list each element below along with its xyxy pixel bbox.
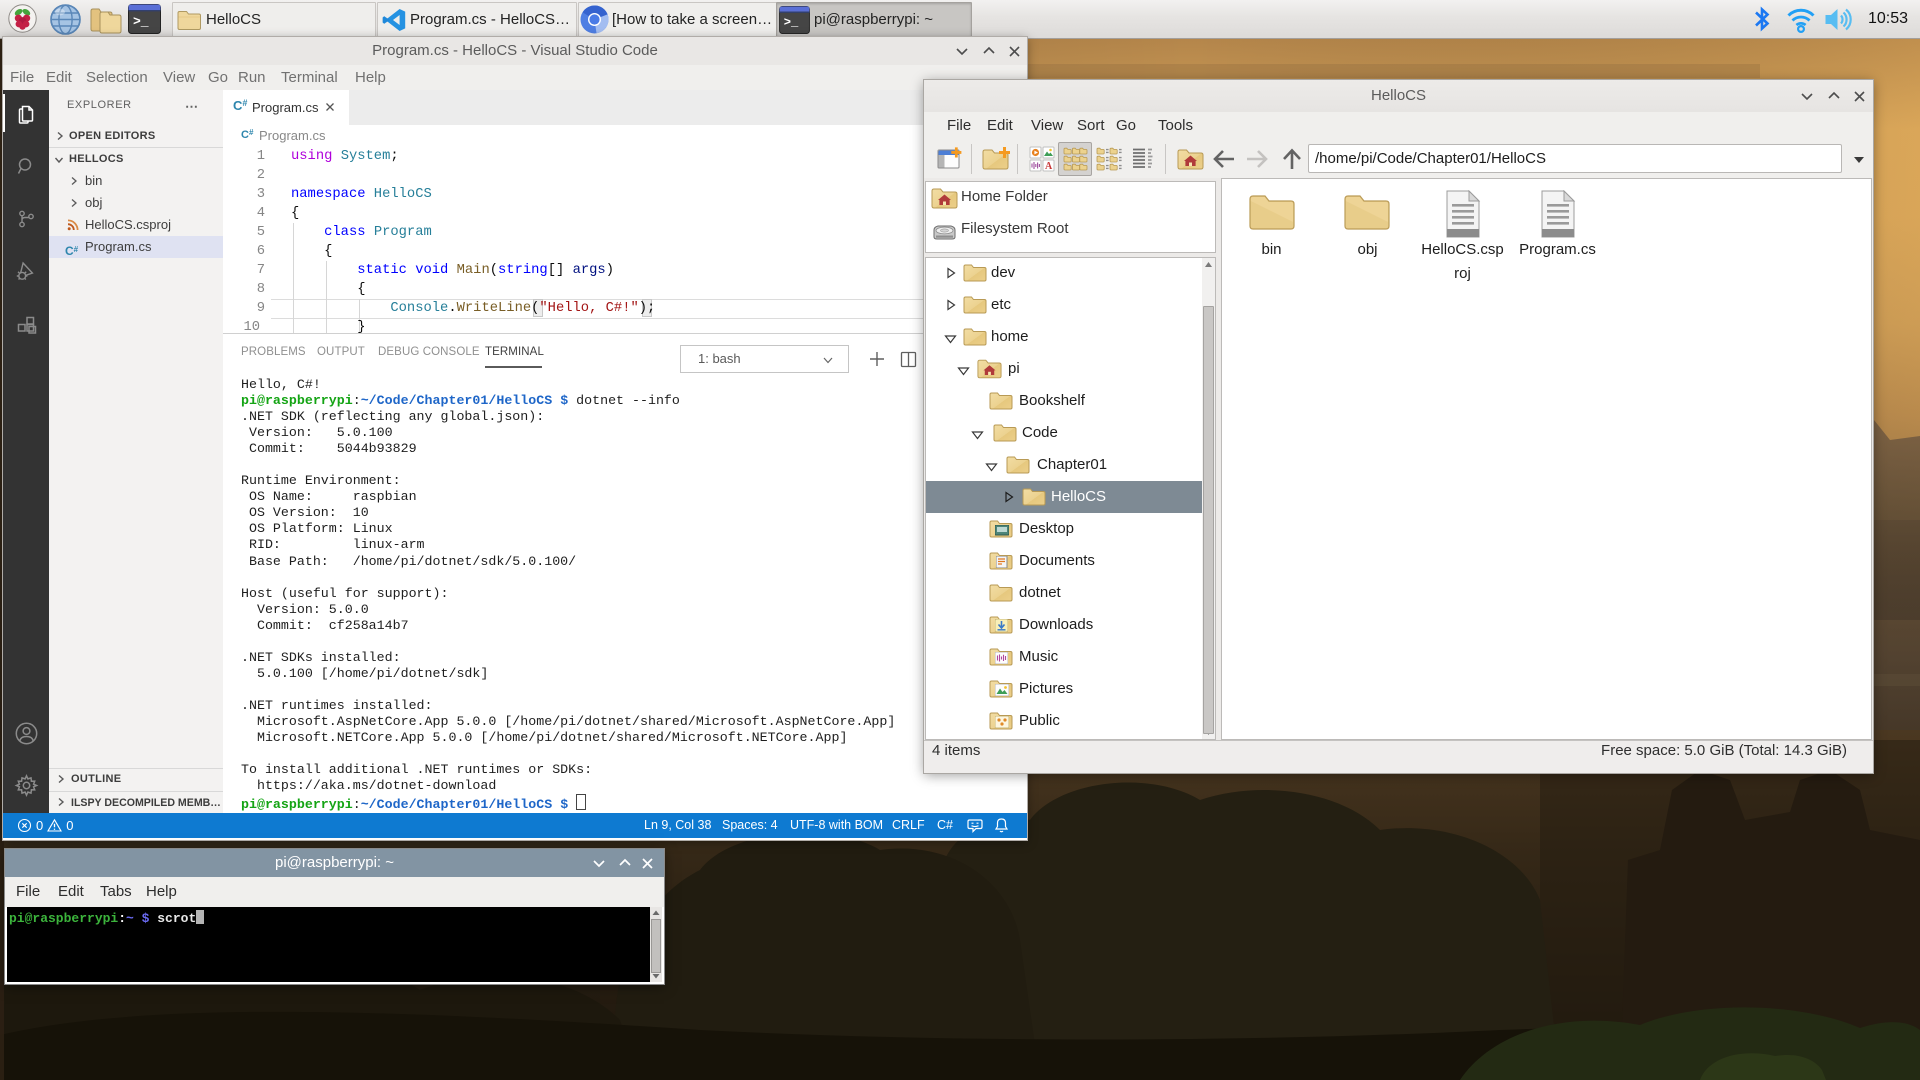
svg-text:A: A — [1045, 161, 1053, 172]
svg-text:>_: >_ — [784, 15, 799, 29]
svg-text:>_: >_ — [133, 14, 149, 29]
